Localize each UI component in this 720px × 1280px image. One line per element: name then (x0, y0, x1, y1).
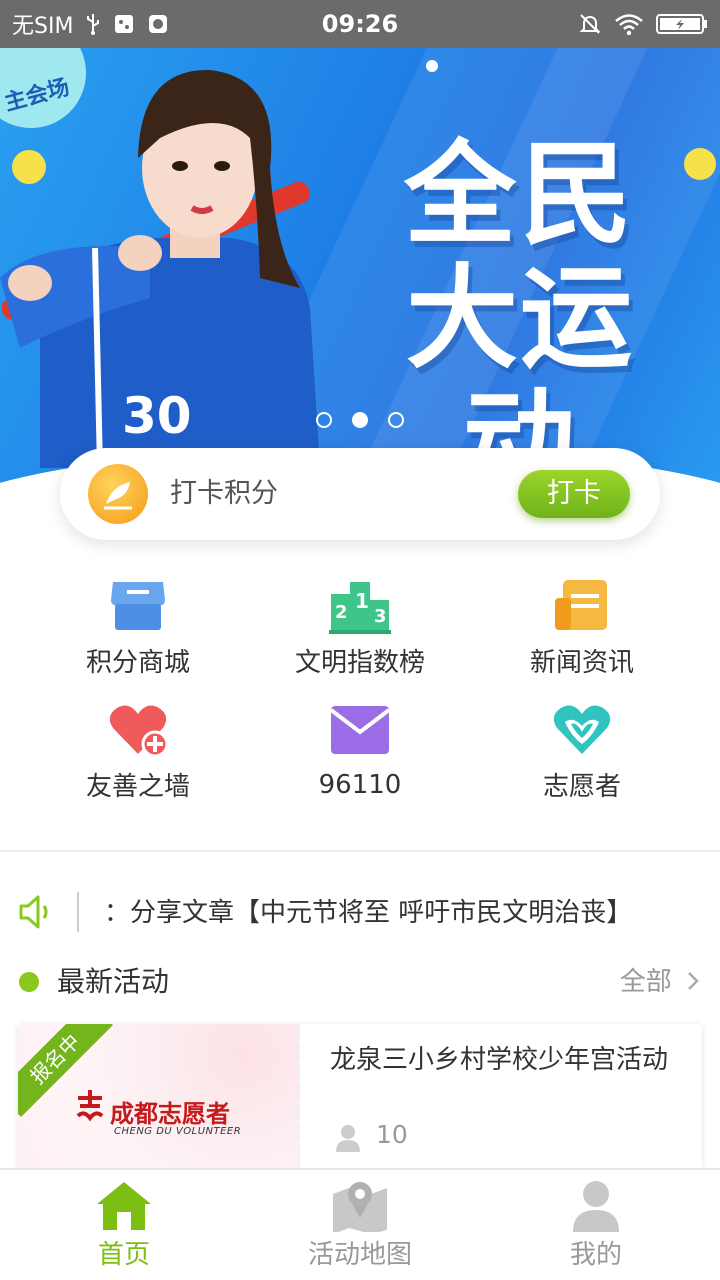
grid-item-kindness-wall[interactable]: 友善之墙 (18, 702, 258, 803)
nav-label: 首页 (97, 1240, 150, 1270)
nav-item-activity-map[interactable]: 活动地图 (240, 1170, 480, 1280)
svg-text:1: 1 (355, 589, 369, 613)
pagination-dot[interactable] (316, 412, 332, 428)
banner-pagination[interactable] (0, 412, 720, 428)
points-coin-icon (88, 464, 148, 524)
profile-icon (573, 1181, 619, 1232)
volunteer-heart-icon (553, 705, 611, 754)
participant-count: 10 (376, 1120, 408, 1149)
mute-icon (579, 14, 601, 34)
latest-activities-header: 最新活动 全部 (0, 955, 720, 1009)
banner-athlete-illustration: 30 (0, 69, 320, 468)
pagination-dot[interactable] (388, 412, 404, 428)
section-divider (0, 850, 720, 852)
grid-label: 文明指数榜 (294, 648, 425, 678)
activity-title: 龙泉三小乡村学校少年宫活动 (330, 1045, 669, 1075)
grid-label: 友善之墙 (85, 772, 190, 802)
banner-headline-line1: 全民 (404, 130, 636, 260)
person-icon (336, 1125, 360, 1152)
pagination-dot-active[interactable] (352, 412, 368, 428)
store-icon (111, 582, 165, 630)
map-icon (333, 1182, 387, 1232)
grid-item-96110[interactable]: 96110 (240, 702, 480, 800)
notice-text[interactable]: ：分享文章【中元节将至 呼吁市民文明治丧】 (104, 880, 632, 946)
checkin-button[interactable]: 打卡 (518, 470, 630, 518)
wifi-icon (615, 14, 643, 36)
section-dot-icon (19, 972, 39, 992)
grid-label: 新闻资讯 (529, 648, 634, 678)
activity-card[interactable]: 报名中 成都志愿者 CHENG DU VOLUNTEER 龙泉三小乡村学校少年宫… (18, 1024, 702, 1170)
news-icon (555, 580, 607, 630)
section-title: 最新活动 (57, 965, 170, 998)
status-bar: 无SIM 09:26 (0, 0, 720, 48)
home-icon (97, 1182, 151, 1230)
notice-separator (77, 892, 79, 932)
grid-label: 96110 (318, 770, 402, 800)
banner-headline: 全民 大运动 (350, 133, 690, 488)
svg-text:3: 3 (374, 606, 387, 627)
heart-plus-icon (109, 705, 169, 758)
banner-decor-dot (426, 60, 438, 72)
promo-banner[interactable]: 主会场 30 全民 大运动 (0, 48, 720, 488)
ranking-podium-icon: 1 2 3 (329, 582, 391, 634)
svg-text:2: 2 (335, 602, 348, 623)
bottom-navigation: 首页 活动地图 我的 (0, 1168, 720, 1280)
nav-item-home[interactable]: 首页 (4, 1170, 244, 1280)
grid-item-volunteer[interactable]: 志愿者 (462, 702, 702, 803)
logo-subtext: CHENG DU VOLUNTEER (114, 1126, 242, 1137)
battery-icon (656, 14, 707, 34)
checkin-label: 打卡积分 (170, 478, 278, 509)
volunteer-logo-icon (76, 1090, 104, 1122)
notice-bar[interactable]: ：分享文章【中元节将至 呼吁市民文明治丧】 (0, 880, 720, 946)
nav-label: 我的 (569, 1240, 622, 1270)
speaker-icon (19, 895, 48, 929)
grid-label: 志愿者 (542, 772, 621, 802)
grid-item-civility-ranking[interactable]: 1 2 3 文明指数榜 (240, 578, 480, 679)
view-all-label: 全部 (619, 967, 672, 997)
nav-item-profile[interactable]: 我的 (476, 1170, 716, 1280)
grid-label: 积分商城 (85, 648, 190, 678)
activity-thumbnail: 报名中 成都志愿者 CHENG DU VOLUNTEER (18, 1024, 300, 1170)
chevron-right-icon (688, 972, 699, 990)
grid-item-points-mall[interactable]: 积分商城 (18, 578, 258, 679)
logo-text: 成都志愿者 (110, 1100, 230, 1128)
grid-item-news[interactable]: 新闻资讯 (462, 578, 702, 679)
mail-icon (329, 706, 391, 754)
nav-label: 活动地图 (307, 1240, 412, 1270)
view-all-link[interactable]: 全部 (620, 955, 700, 1009)
feature-grid: 积分商城 1 2 3 文明指数榜 新闻资讯 友善之墙 96110 志愿者 (0, 570, 720, 820)
checkin-card: 打卡积分 打卡 (60, 448, 660, 540)
